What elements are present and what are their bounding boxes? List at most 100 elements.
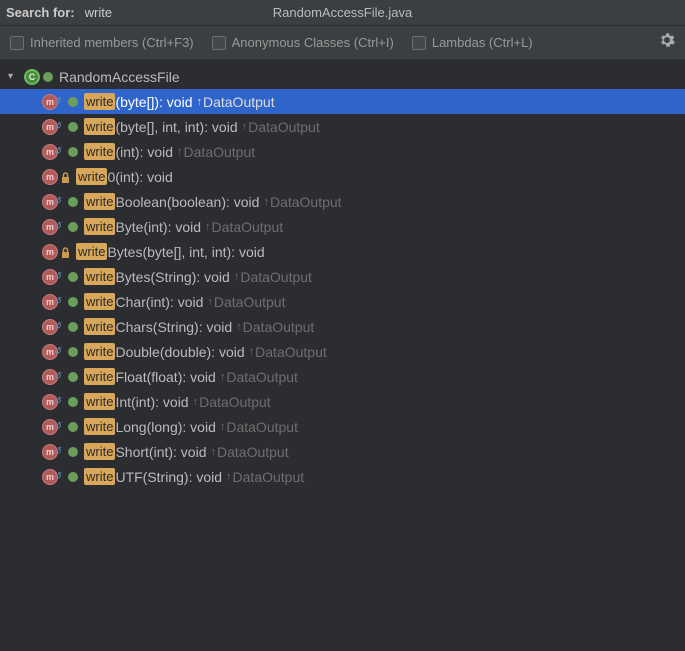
inherited-from: DataOutput	[199, 394, 271, 410]
filter-lambdas[interactable]: Lambdas (Ctrl+L)	[412, 35, 533, 50]
inherited-from: DataOutput	[217, 444, 289, 460]
method-name-highlight: write	[84, 468, 115, 485]
inherited-from: DataOutput	[243, 319, 315, 335]
method-row[interactable]: ↺ writeDouble(double): void ↑DataOutput	[0, 339, 685, 364]
inherited-from: DataOutput	[203, 94, 275, 110]
method-name-highlight: write	[76, 243, 107, 260]
method-name-highlight: write	[84, 343, 115, 360]
visibility-public-icon	[68, 422, 78, 432]
method-signature: Byte(int): void	[115, 219, 201, 235]
method-row[interactable]: ↺writeLong(long): void↑DataOutput	[0, 414, 685, 439]
method-name-highlight: write	[84, 393, 115, 410]
visibility-private-icon	[61, 246, 70, 257]
method-signature: Double(double): void	[115, 344, 244, 360]
visibility-public-icon	[68, 372, 78, 382]
visibility-public-icon	[68, 97, 78, 107]
method-row[interactable]: ↺writeInt(int): void↑DataOutput	[0, 389, 685, 414]
method-name-highlight: write	[84, 193, 115, 210]
inherited-from: DataOutput	[226, 369, 298, 385]
method-name-highlight: write	[84, 368, 115, 385]
override-icon: ↺	[53, 347, 63, 357]
method-signature: Short(int): void	[115, 444, 206, 460]
method-signature: (byte[], int, int): void	[115, 119, 237, 135]
method-row[interactable]: ↺writeByte(int): void↑DataOutput	[0, 214, 685, 239]
method-icon	[42, 244, 58, 260]
method-name-highlight: write	[84, 93, 115, 110]
method-signature: Int(int): void	[115, 394, 188, 410]
filter-label: Lambdas (Ctrl+L)	[432, 35, 533, 50]
class-name: RandomAccessFile	[59, 69, 180, 85]
visibility-private-icon	[61, 171, 70, 182]
filter-bar: Inherited members (Ctrl+F3) Anonymous Cl…	[0, 26, 685, 60]
override-icon: ↺	[53, 372, 63, 382]
checkbox-icon	[412, 36, 426, 50]
filter-inherited[interactable]: Inherited members (Ctrl+F3)	[10, 35, 194, 50]
override-icon: ↺	[53, 447, 63, 457]
method-signature: Long(long): void	[115, 419, 215, 435]
method-row[interactable]: writeBytes(byte[], int, int): void	[0, 239, 685, 264]
search-header: Search for: RandomAccessFile.java	[0, 0, 685, 26]
filter-anonymous[interactable]: Anonymous Classes (Ctrl+I)	[212, 35, 394, 50]
method-signature: (int): void	[115, 144, 173, 160]
checkbox-icon	[212, 36, 226, 50]
chevron-down-icon[interactable]: ▾	[8, 71, 22, 82]
method-row[interactable]: ↺writeBoolean(boolean): void↑DataOutput	[0, 189, 685, 214]
visibility-public-icon	[68, 472, 78, 482]
arrow-up-icon: ↑	[234, 271, 240, 283]
inherited-from: DataOutput	[212, 219, 284, 235]
method-signature: Char(int): void	[115, 294, 203, 310]
visibility-public-icon	[68, 222, 78, 232]
visibility-public-icon	[68, 197, 78, 207]
visibility-public-icon	[68, 122, 78, 132]
method-row[interactable]: ↺writeChar(int): void↑DataOutput	[0, 289, 685, 314]
method-name-highlight: write	[84, 318, 115, 335]
visibility-public-icon	[68, 322, 78, 332]
method-row[interactable]: ↺writeFloat(float): void↑DataOutput	[0, 364, 685, 389]
gear-icon[interactable]	[659, 32, 675, 53]
visibility-public-icon	[68, 147, 78, 157]
method-signature: (byte[]): void	[115, 94, 192, 110]
method-signature: 0(int): void	[107, 169, 172, 185]
inherited-from: DataOutput	[184, 144, 256, 160]
override-icon: ↺	[53, 222, 63, 232]
inherited-from: DataOutput	[240, 269, 312, 285]
arrow-up-icon: ↑	[177, 146, 183, 158]
visibility-public-icon	[68, 447, 78, 457]
method-row[interactable]: ↺write(byte[], int, int): void↑DataOutpu…	[0, 114, 685, 139]
search-label: Search for:	[6, 5, 75, 20]
method-signature: UTF(String): void	[115, 469, 222, 485]
method-signature: Bytes(String): void	[115, 269, 229, 285]
arrow-up-icon: ↑	[196, 96, 202, 108]
arrow-up-icon: ↑	[249, 346, 255, 358]
arrow-up-icon: ↑	[263, 196, 269, 208]
search-input[interactable]	[85, 5, 205, 20]
override-icon: ↺	[53, 297, 63, 307]
method-name-highlight: write	[84, 443, 115, 460]
inherited-from: DataOutput	[255, 344, 327, 360]
override-icon: ↺	[53, 422, 63, 432]
method-row[interactable]: ↺write(byte[]): void↑DataOutput	[0, 89, 685, 114]
method-name-highlight: write	[84, 268, 115, 285]
method-row[interactable]: ↺writeUTF(String): void↑DataOutput	[0, 464, 685, 489]
filter-label: Inherited members (Ctrl+F3)	[30, 35, 194, 50]
method-name-highlight: write	[84, 143, 115, 160]
inherited-from: DataOutput	[233, 469, 305, 485]
arrow-up-icon: ↑	[242, 121, 248, 133]
method-row[interactable]: ↺writeShort(int): void↑DataOutput	[0, 439, 685, 464]
override-icon: ↺	[53, 147, 63, 157]
method-signature: Boolean(boolean): void	[115, 194, 259, 210]
arrow-up-icon: ↑	[220, 371, 226, 383]
checkbox-icon	[10, 36, 24, 50]
arrow-up-icon: ↑	[226, 471, 232, 483]
visibility-public-icon	[68, 272, 78, 282]
method-row[interactable]: ↺ write(int): void ↑DataOutput	[0, 139, 685, 164]
class-icon	[24, 69, 40, 85]
inherited-from: DataOutput	[248, 119, 320, 135]
visibility-public-icon	[68, 397, 78, 407]
class-row[interactable]: ▾ RandomAccessFile	[0, 64, 685, 89]
method-row[interactable]: ↺writeChars(String): void↑DataOutput	[0, 314, 685, 339]
method-row[interactable]: ↺writeBytes(String): void↑DataOutput	[0, 264, 685, 289]
method-name-highlight: write	[84, 418, 115, 435]
override-icon: ↺	[53, 322, 63, 332]
method-row[interactable]: write0(int): void	[0, 164, 685, 189]
